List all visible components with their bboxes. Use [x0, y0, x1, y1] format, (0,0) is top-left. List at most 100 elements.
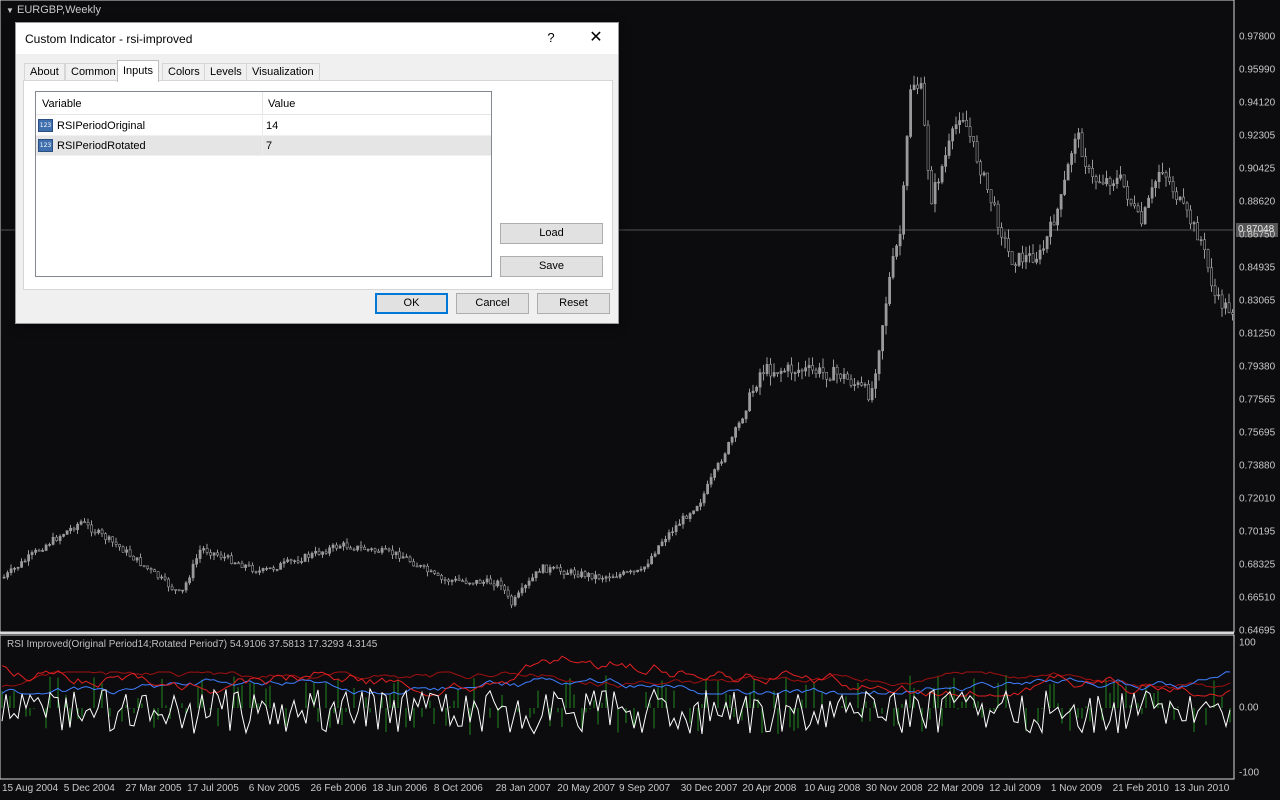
candle [562, 571, 566, 575]
candle [1098, 181, 1102, 184]
table-row[interactable]: 123 RSIPeriodOriginal 14 [36, 116, 491, 136]
candle [730, 436, 734, 443]
candle [797, 369, 801, 373]
candle [527, 580, 531, 586]
ok-button[interactable]: OK [375, 293, 448, 314]
variable-value[interactable]: 7 [266, 140, 272, 152]
candle [779, 370, 783, 374]
candle [1133, 203, 1137, 207]
candle [188, 577, 192, 584]
price-tick: 0.97800 [1239, 31, 1276, 43]
candle [475, 579, 479, 584]
price-axis[interactable]: 0.97800 0.95990 0.94120 0.92305 0.90425 0.886… [1239, 0, 1280, 637]
candle [1108, 178, 1112, 187]
price-tick: 0.79380 [1239, 361, 1276, 373]
time-axis[interactable]: 15 Aug 2004 5 Dec 2004 27 Mar 2005 17 Jul 2… [0, 783, 1234, 800]
candle [191, 563, 195, 579]
candle [744, 410, 748, 420]
custom-indicator-dialog[interactable]: Custom Indicator - rsi-improved ? ✕ Abou… [15, 22, 619, 324]
header-variable[interactable]: Variable [42, 98, 82, 110]
candle [737, 422, 741, 428]
candle [464, 580, 468, 584]
candle [545, 564, 549, 573]
symbol-dropdown-icon[interactable]: ▼ [6, 6, 14, 15]
candle [1056, 208, 1060, 226]
histogram [1, 675, 1231, 735]
variable-name: RSIPeriodOriginal [57, 120, 146, 132]
header-value[interactable]: Value [268, 98, 295, 110]
candle [422, 565, 426, 567]
candle [58, 536, 62, 541]
candle [839, 373, 843, 379]
header-divider[interactable] [262, 92, 263, 115]
candle [359, 545, 363, 548]
candle [454, 578, 458, 581]
tab-colors[interactable]: Colors [162, 63, 206, 81]
inputs-table[interactable]: Variable Value 123 RSIPeriodOriginal 14 … [35, 91, 492, 277]
candle [559, 567, 563, 572]
cancel-button[interactable]: Cancel [456, 293, 529, 314]
candle [790, 364, 794, 374]
candle [972, 136, 976, 142]
candle [83, 521, 87, 523]
tab-visualization[interactable]: Visualization [246, 63, 320, 81]
candle [156, 571, 160, 579]
candle [898, 233, 902, 247]
candle [800, 369, 804, 372]
tab-common[interactable]: Common [65, 63, 122, 81]
tab-levels[interactable]: Levels [204, 63, 248, 81]
candle [254, 571, 258, 573]
close-icon[interactable]: ✕ [582, 27, 610, 49]
candle [751, 390, 755, 394]
candle [762, 372, 766, 374]
time-tick: 9 Sep 2007 [619, 783, 671, 794]
candle [786, 364, 790, 372]
candle [370, 548, 374, 551]
candle [160, 576, 164, 579]
candle [338, 545, 342, 549]
candle [447, 579, 451, 582]
price-tick: 0.66510 [1239, 592, 1276, 604]
candle [1042, 248, 1046, 251]
reset-button[interactable]: Reset [537, 293, 610, 314]
candle [842, 373, 846, 379]
candle [23, 560, 27, 563]
tab-inputs[interactable]: Inputs [117, 60, 159, 82]
dialog-titlebar[interactable]: Custom Indicator - rsi-improved ? ✕ [16, 23, 618, 54]
indicator-axis[interactable]: 100 0.00 -100 [1239, 634, 1280, 780]
candle [594, 574, 598, 580]
candle [993, 202, 997, 205]
candle [170, 586, 174, 590]
save-button[interactable]: Save [500, 256, 603, 277]
candle [503, 585, 507, 591]
candle [706, 483, 710, 495]
candle [569, 569, 573, 574]
candle [303, 553, 307, 562]
candle [244, 564, 248, 568]
table-row[interactable]: 123 RSIPeriodRotated 7 [36, 136, 491, 156]
indicator-window[interactable] [0, 634, 1280, 780]
candle [804, 367, 808, 372]
candle [807, 365, 811, 368]
price-tick: 0.84935 [1239, 262, 1276, 274]
candle [965, 119, 969, 127]
candle [940, 166, 944, 183]
price-tick: 0.83065 [1239, 295, 1276, 307]
candle [1021, 252, 1025, 263]
candle [1164, 172, 1168, 178]
help-button[interactable]: ? [540, 27, 562, 49]
candle [741, 418, 745, 424]
variable-name: RSIPeriodRotated [57, 140, 146, 152]
candle [573, 569, 577, 576]
candle [240, 562, 244, 568]
candle [373, 548, 377, 552]
tab-about[interactable]: About [24, 63, 65, 81]
candle [223, 556, 227, 559]
time-tick: 27 Mar 2005 [125, 783, 182, 794]
variable-value[interactable]: 14 [266, 120, 278, 132]
time-tick: 28 Jan 2007 [495, 783, 551, 794]
candle [79, 521, 83, 525]
load-button[interactable]: Load [500, 223, 603, 244]
candle [506, 589, 510, 597]
candle [895, 245, 899, 257]
